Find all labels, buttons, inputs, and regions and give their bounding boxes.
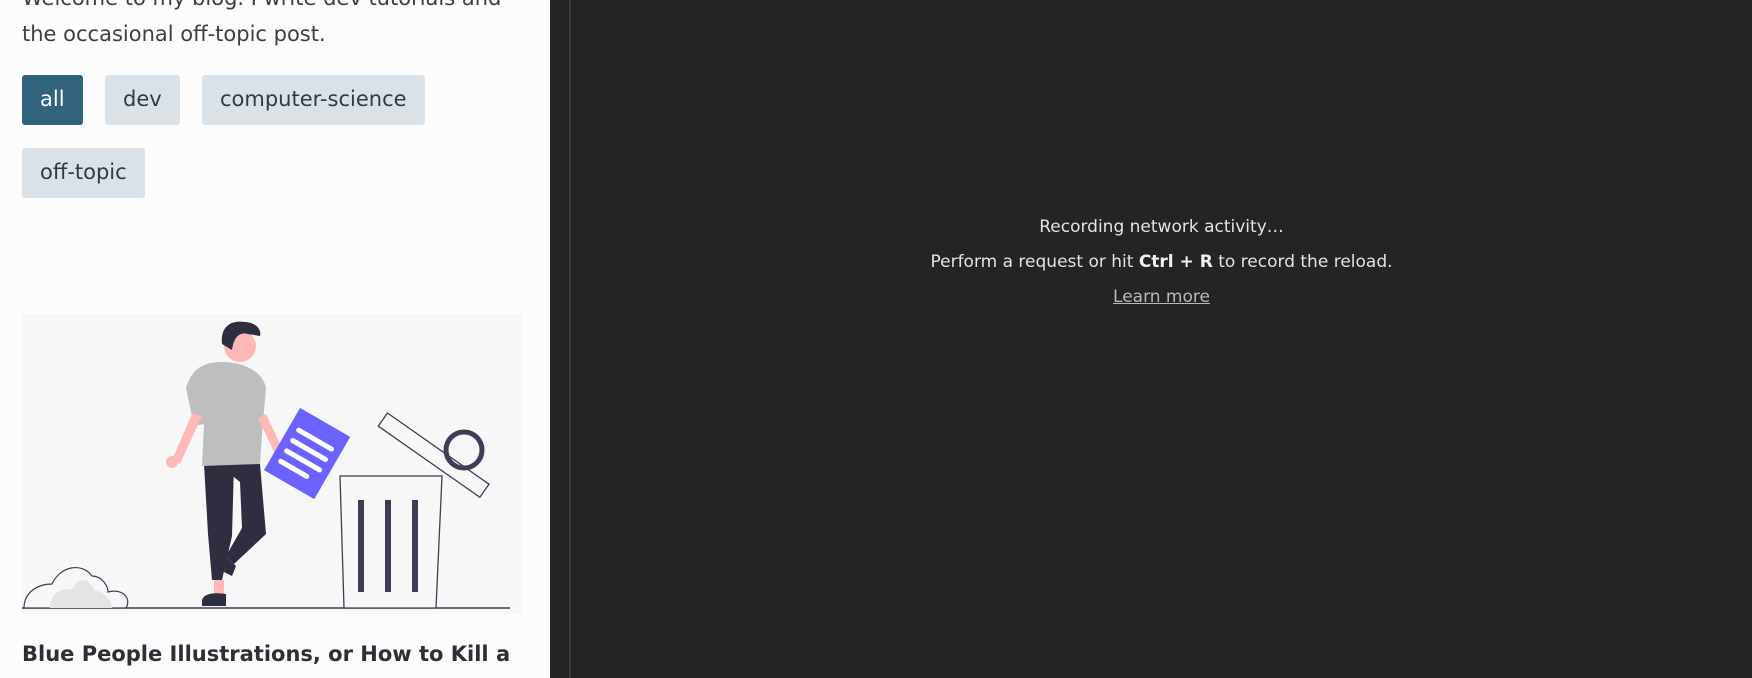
reload-shortcut: Ctrl + R [1138,252,1213,272]
tag-computer-science-button[interactable]: computer-science [202,75,425,125]
app-window: Welcome to my blog. I write dev tutorial… [0,0,1752,678]
post-illustration[interactable] [22,314,522,614]
learn-more-link[interactable]: Learn more [1113,287,1210,307]
blog-intro-text: Welcome to my blog. I write dev tutorial… [22,0,501,46]
devtools-network-panel: Recording network activity… Perform a re… [571,0,1752,678]
reload-hint-text: Perform a request or hit Ctrl + R to rec… [571,245,1752,280]
recording-status-text: Recording network activity… [1039,217,1284,237]
tag-off-topic-button[interactable]: off-topic [22,148,145,198]
hint-prefix: Perform a request or hit [930,252,1139,272]
post-title[interactable]: Blue People Illustrations, or How to Kil… [22,636,522,678]
blog-page: Welcome to my blog. I write dev tutorial… [0,0,550,678]
network-empty-state: Recording network activity… Perform a re… [571,210,1752,315]
hint-suffix: to record the reload. [1212,252,1393,272]
panel-divider[interactable] [550,0,571,678]
learn-more-row: Learn more [571,280,1752,315]
tag-dev-button[interactable]: dev [105,75,180,125]
tag-all-button[interactable]: all [22,75,83,125]
